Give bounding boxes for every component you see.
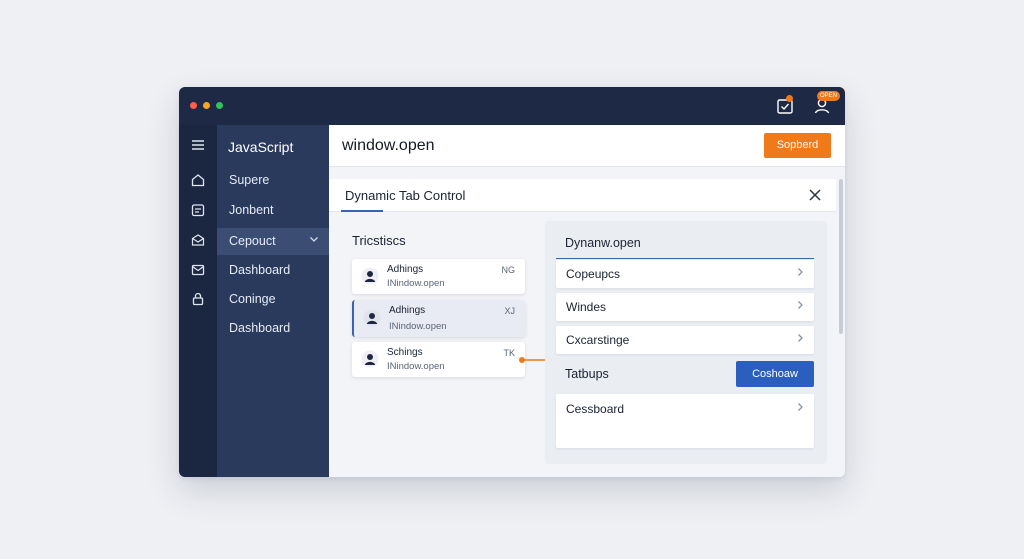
active-tab-indicator	[341, 210, 383, 212]
sidebar-item-label: Cepouct	[229, 234, 276, 248]
chevron-right-icon	[795, 333, 805, 346]
user-badge: OPEN	[817, 91, 841, 101]
chevron-right-icon	[795, 402, 805, 415]
right-panel-title: Dynanw.open	[565, 236, 641, 250]
scrollbar[interactable]	[838, 179, 844, 339]
card-subtitle: INindow.open	[389, 321, 447, 332]
sidebar: JavaScript Supere Jonbent Cepouct Dashbo…	[217, 125, 329, 477]
option-label: Copeupcs	[566, 267, 621, 281]
divider	[556, 258, 814, 259]
primary-action-button[interactable]: Sopberd	[764, 133, 831, 158]
card-key: XJ	[504, 306, 515, 316]
lock-icon[interactable]	[190, 291, 206, 307]
sidebar-item-label: Coninge	[229, 292, 276, 306]
chevron-right-icon	[795, 300, 805, 313]
page-title: window.open	[342, 137, 435, 154]
option-item[interactable]: Windes	[556, 293, 814, 321]
card-key: NG	[501, 265, 516, 275]
title-bar: OPEN	[179, 87, 845, 125]
avatar-icon	[363, 309, 381, 327]
sidebar-item-coninge[interactable]: Coninge	[217, 286, 329, 313]
mail-open-icon[interactable]	[190, 232, 206, 248]
card-name: Schings	[387, 347, 423, 358]
left-list-title: Tricstiscs	[352, 233, 406, 248]
option-item[interactable]: Copeupcs	[556, 260, 814, 288]
dynamic-tab-dialog: Dynamic Tab Control Tricstiscs Adhings I…	[329, 179, 836, 469]
option-item[interactable]: Cxcarstinge	[556, 326, 814, 354]
option-label: Windes	[566, 300, 607, 314]
sidebar-item-jonbent[interactable]: Jonbent	[217, 197, 329, 224]
card-name: Adhings	[389, 305, 426, 316]
main-content: window.open Sopberd Dynamic Tab Control …	[329, 125, 845, 477]
minimize-window-button[interactable]	[203, 102, 210, 109]
card-subtitle: INindow.open	[387, 361, 445, 372]
chevron-down-icon	[309, 228, 319, 255]
avatar-icon	[361, 350, 379, 368]
sidebar-item-dashboard-2[interactable]: Dashboard	[217, 315, 329, 342]
scrollbar-thumb[interactable]	[839, 179, 843, 334]
maximize-window-button[interactable]	[216, 102, 223, 109]
icon-rail	[179, 125, 217, 477]
tab-card[interactable]: Adhings INindow.open NG	[352, 259, 525, 294]
page-header: window.open Sopberd	[329, 125, 845, 167]
secondary-action-button[interactable]: Coshoaw	[736, 361, 814, 387]
dialog-title: Dynamic Tab Control	[345, 188, 466, 203]
tab-card-selected[interactable]: Adhings INindow.open XJ	[352, 300, 525, 337]
app-window: OPEN JavaScript Supere Jonbent Cepouct D…	[179, 87, 845, 477]
sidebar-item-dashboard[interactable]: Dashboard	[217, 257, 329, 284]
section-subheading: Tatbups	[565, 367, 609, 381]
close-icon[interactable]	[806, 186, 824, 204]
sidebar-item-cepouct[interactable]: Cepouct	[217, 228, 329, 255]
calendar-icon[interactable]	[190, 202, 206, 218]
sidebar-title: JavaScript	[228, 139, 294, 155]
dialog-header: Dynamic Tab Control	[329, 179, 836, 212]
sidebar-item-label: Jonbent	[229, 203, 274, 217]
card-key: TK	[503, 348, 515, 358]
sidebar-item-label: Supere	[229, 173, 270, 187]
card-subtitle: INindow.open	[387, 278, 445, 289]
home-icon[interactable]	[190, 172, 206, 188]
tab-card[interactable]: Schings INindow.open TK	[352, 342, 525, 377]
sidebar-item-label: Dashboard	[229, 263, 291, 277]
avatar-icon	[361, 267, 379, 285]
right-panel: Dynanw.open Copeupcs Windes Cxcarstinge	[545, 221, 827, 464]
notification-dot	[786, 95, 793, 102]
menu-icon[interactable]	[190, 137, 206, 153]
close-window-button[interactable]	[190, 102, 197, 109]
chevron-right-icon	[795, 267, 805, 280]
option-item-large[interactable]: Cessboard	[556, 394, 814, 448]
option-label: Cessboard	[566, 402, 625, 416]
option-label: Cxcarstinge	[566, 333, 630, 347]
sidebar-item-label: Dashboard	[229, 321, 291, 335]
sidebar-item-supere[interactable]: Supere	[217, 167, 329, 194]
card-name: Adhings	[387, 264, 424, 275]
mail-icon[interactable]	[190, 262, 206, 278]
